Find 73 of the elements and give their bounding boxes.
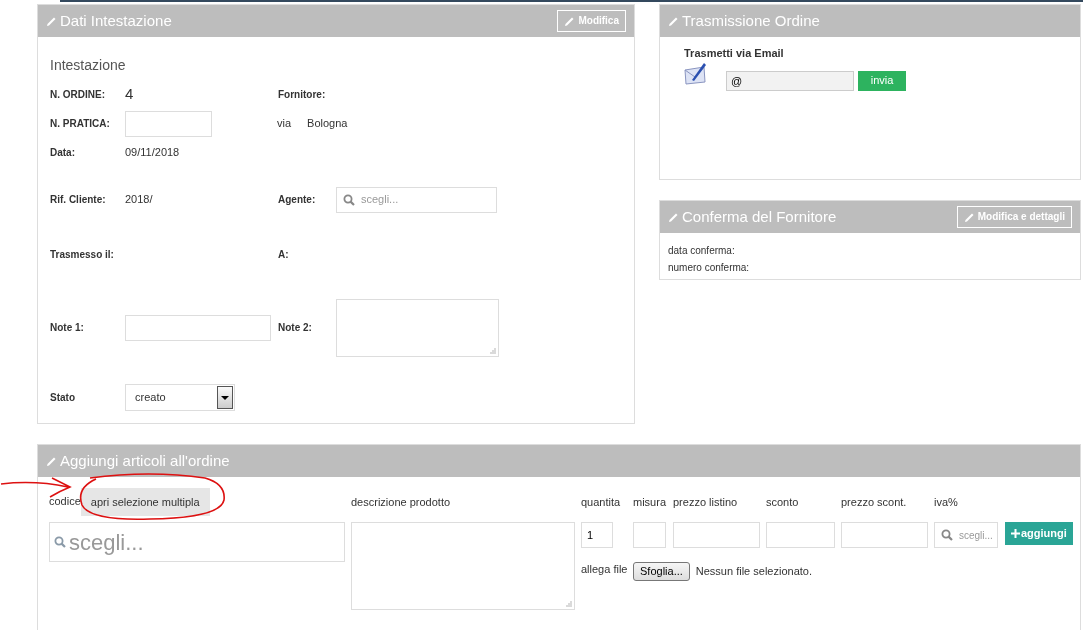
code-search-field[interactable]: scegli...: [49, 522, 345, 562]
field-label: Stato: [50, 392, 75, 404]
field-label: Agente:: [278, 194, 316, 206]
placeholder-text: scegli...: [959, 528, 993, 543]
field-label: Fornitore:: [278, 89, 326, 101]
section-heading: Trasmetti via Email: [684, 46, 785, 61]
pencil-icon: [963, 211, 975, 223]
panel-title: Dati Intestazione: [60, 10, 172, 31]
search-icon: [941, 529, 953, 541]
selected-value: creato: [135, 390, 166, 406]
send-button[interactable]: invia: [858, 70, 906, 91]
info-text: data conferma:: [668, 244, 736, 258]
pencil-icon: [564, 15, 576, 27]
field-label: Note 2:: [278, 322, 312, 334]
plus-icon: [1011, 529, 1020, 538]
edit-button[interactable]: Modifica e dettagli: [956, 206, 1072, 228]
resize-grip-icon: [566, 601, 572, 607]
status-dropdown[interactable]: creato: [125, 384, 235, 411]
input-field[interactable]: [766, 522, 835, 548]
email-field[interactable]: @: [726, 70, 854, 91]
column-label: quantita: [581, 494, 621, 510]
field-label: codice: [49, 493, 81, 509]
section-title: Intestazione: [50, 56, 127, 75]
column-label: prezzo scont.: [841, 494, 907, 510]
field-label: Data:: [50, 147, 75, 159]
input-field[interactable]: [125, 110, 212, 137]
search-field[interactable]: scegli...: [336, 186, 497, 213]
field-label: descrizione prodotto: [351, 494, 451, 510]
input-field[interactable]: [125, 314, 271, 341]
field-label: Trasmesso il:: [50, 249, 114, 261]
info-text: numero conferma:: [668, 261, 751, 275]
search-field[interactable]: scegli...: [934, 522, 998, 548]
field-label: Rif. Cliente:: [50, 194, 106, 206]
pencil-icon: [46, 455, 57, 467]
placeholder-text: scegli...: [361, 192, 399, 208]
search-icon: [343, 193, 355, 206]
input-field[interactable]: [673, 522, 760, 548]
add-button[interactable]: aggiungi: [1005, 522, 1073, 545]
panel-title: Trasmissione Ordine: [682, 10, 820, 31]
panel-title: Aggiungi articoli all'ordine: [60, 450, 230, 471]
envelope-pen-icon: [684, 61, 707, 85]
field-label: allega file: [581, 562, 629, 577]
pencil-icon: [46, 15, 57, 27]
input-field[interactable]: 1: [581, 522, 613, 548]
input-field[interactable]: [633, 522, 666, 548]
text-area[interactable]: [336, 298, 499, 357]
annotation-arrow: [0, 477, 71, 498]
field-label: N. PRATICA:: [50, 118, 110, 130]
browse-button[interactable]: Sfoglia...: [633, 562, 690, 581]
column-label: iva%: [934, 494, 958, 510]
description-text-area[interactable]: [351, 522, 575, 610]
order-number: 4: [125, 85, 134, 103]
field-value: 09/11/2018: [125, 146, 180, 159]
field-value: 2018/: [125, 193, 153, 206]
address-text: via: [277, 116, 292, 132]
pencil-icon: [668, 15, 679, 27]
edit-button[interactable]: Modifica: [557, 10, 626, 32]
dropdown-arrow-icon: [221, 395, 229, 400]
resize-grip-icon: [490, 347, 496, 354]
column-label: misura: [633, 494, 666, 510]
file-status-text: Nessun file selezionato.: [695, 564, 812, 579]
field-label: Note 1:: [50, 322, 84, 334]
field-label: N. ORDINE:: [50, 89, 105, 101]
search-icon: [54, 536, 66, 548]
placeholder-text: scegli...: [69, 528, 144, 557]
multi-select-button[interactable]: apri selezione multipla: [80, 488, 210, 516]
address-text: Bologna: [307, 116, 348, 132]
column-label: prezzo listino: [673, 494, 738, 510]
panel-title: Conferma del Fornitore: [682, 206, 837, 227]
field-label: A:: [278, 249, 289, 261]
pencil-icon: [668, 211, 679, 223]
input-field[interactable]: [841, 522, 928, 548]
column-label: sconto: [766, 494, 799, 510]
